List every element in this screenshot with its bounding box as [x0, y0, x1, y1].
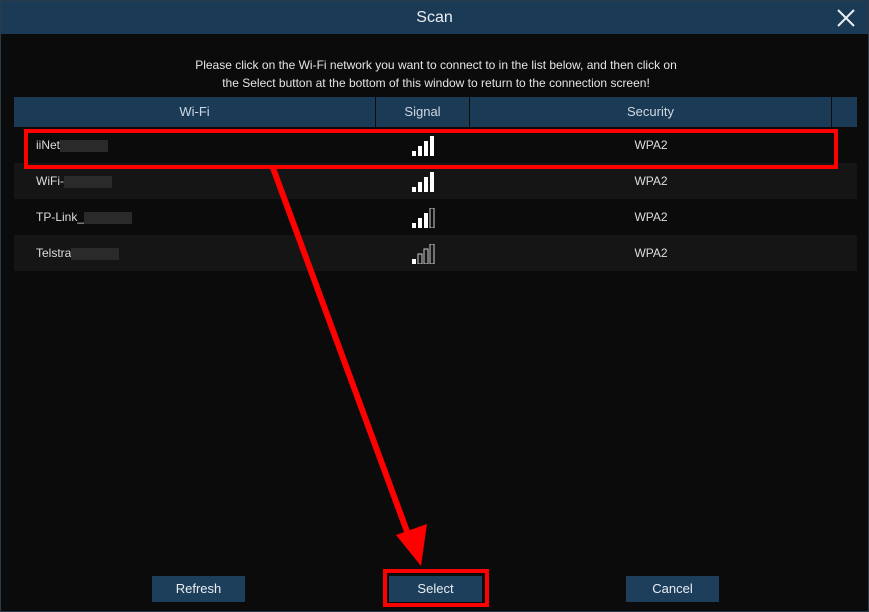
- signal-icon: [411, 136, 435, 156]
- network-name: TP-Link_: [36, 199, 133, 235]
- table-header: Wi-Fi Signal Security: [14, 97, 857, 127]
- cancel-button[interactable]: Cancel: [626, 576, 719, 602]
- signal-bar: [417, 253, 423, 265]
- signal-bar: [423, 248, 429, 265]
- scan-dialog: Scan Please click on the Wi-Fi network y…: [0, 0, 869, 612]
- signal-bar: [418, 182, 422, 192]
- table-row[interactable]: WiFi- WPA2: [14, 163, 857, 199]
- signal-bar: [418, 218, 422, 228]
- dialog-title: Scan: [416, 9, 453, 26]
- signal-icon: [411, 207, 435, 229]
- instructions-text: Please click on the Wi-Fi network you wa…: [121, 56, 751, 92]
- network-name: WiFi-: [36, 163, 112, 199]
- signal-icon: [411, 243, 435, 265]
- instructions-line-1: Please click on the Wi-Fi network you wa…: [195, 58, 677, 72]
- signal-bar: [412, 151, 416, 156]
- redacted-block: [63, 175, 112, 188]
- select-button[interactable]: Select: [389, 576, 482, 602]
- instructions-line-2: the Select button at the bottom of this …: [222, 76, 650, 90]
- signal-bar: [412, 223, 416, 228]
- wifi-table: Wi-Fi Signal Security iiNet WPA2 WiFi- W…: [14, 97, 857, 271]
- signal-icon: [411, 172, 435, 192]
- signal-bar: [424, 213, 428, 228]
- redacted-block: [84, 211, 133, 224]
- redacted-block: [60, 139, 109, 152]
- refresh-button[interactable]: Refresh: [152, 576, 245, 602]
- signal-bar: [424, 141, 428, 156]
- signal-bar: [429, 243, 435, 265]
- security-type: WPA2: [634, 138, 668, 152]
- title-bar: Scan: [1, 1, 868, 34]
- security-type: WPA2: [634, 174, 668, 188]
- column-header-security[interactable]: Security: [470, 97, 832, 127]
- signal-bar: [412, 259, 416, 264]
- redacted-block: [71, 247, 120, 260]
- table-row[interactable]: Telstra WPA2: [14, 235, 857, 271]
- security-type: WPA2: [634, 246, 668, 260]
- table-row[interactable]: iiNet WPA2: [14, 127, 857, 163]
- signal-bar: [430, 172, 434, 192]
- signal-bar: [429, 207, 435, 229]
- network-name: Telstra: [36, 235, 120, 271]
- close-icon[interactable]: [835, 7, 857, 29]
- signal-bar: [424, 177, 428, 192]
- column-header-signal[interactable]: Signal: [376, 97, 470, 127]
- signal-bar: [418, 146, 422, 156]
- network-name: iiNet: [36, 127, 109, 163]
- signal-bar: [412, 187, 416, 192]
- column-header-spacer: [832, 97, 857, 127]
- column-header-wifi[interactable]: Wi-Fi: [14, 97, 376, 127]
- signal-bar: [430, 136, 434, 156]
- security-type: WPA2: [634, 210, 668, 224]
- table-row[interactable]: TP-Link_ WPA2: [14, 199, 857, 235]
